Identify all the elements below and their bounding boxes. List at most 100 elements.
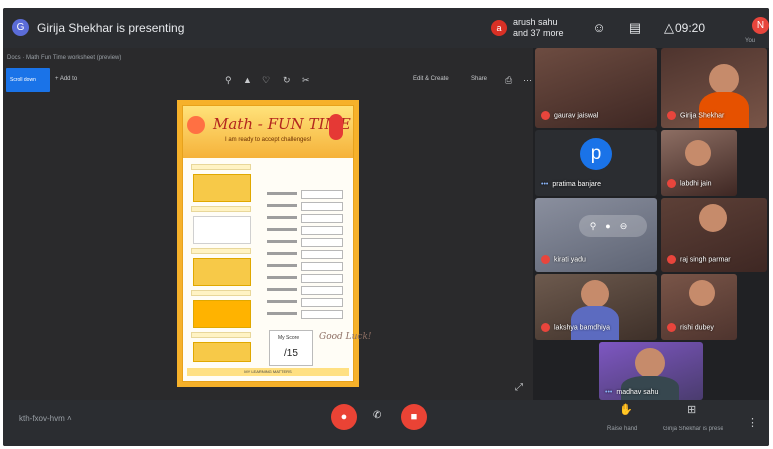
hang-up-button[interactable]: ✆ [373,410,381,421]
participant-tile[interactable]: gaurav jaiswal [535,48,657,128]
search-icon[interactable]: ⚲ [225,75,232,86]
participant-tile[interactable]: rishi dubey [661,274,737,340]
mic-off-icon [541,111,550,120]
expand-icon[interactable]: ⤢ [515,382,523,393]
pin-icon[interactable]: ⚲ [590,221,606,231]
question-row [265,226,347,236]
participant-avatar: p [580,138,612,170]
present-icon[interactable]: ⊞ [687,403,696,416]
presenter-avatar: G [12,19,29,36]
share-button[interactable]: Share [471,76,487,82]
document-path: Docs · Math Fun Time worksheet (preview) [7,55,122,61]
instructions-block [269,164,347,186]
megaphone-icon [187,116,205,134]
participant-tile[interactable]: ⚲●⊖ kirati yadu [535,198,657,272]
mic-off-icon [667,111,676,120]
tile-controls[interactable]: ⚲●⊖ [579,215,647,237]
puzzle-image [193,216,251,244]
question-row [265,286,347,296]
participant-video [689,280,715,306]
raise-hand-label[interactable]: Raise hand [607,426,637,432]
participant-tile[interactable]: raj singh parmar [661,198,767,272]
people-icon[interactable]: ☺ [589,19,609,37]
participants-line2: and 37 more [513,28,564,38]
participant-tile[interactable]: p ••• pratima banjare [535,130,657,196]
participant-video [635,348,665,378]
worksheet-subtitle: I am ready to accept challenges! [225,137,312,143]
lock-icon[interactable]: ▲ [243,75,252,85]
participant-video [685,140,711,166]
puzzle-caption [191,332,251,338]
question-row [265,274,347,284]
participant-tile[interactable]: labdhi jain [661,130,737,196]
score-label: My Score [278,335,300,341]
meet-window: G Girija Shekhar is presenting a arush s… [3,8,769,446]
rotate-icon[interactable]: ↻ [283,75,291,86]
question-row [265,262,347,272]
chat-icon[interactable]: ▤ [625,19,645,37]
participant-video [581,280,609,308]
present-label[interactable]: Girija Shekhar is presenting [663,426,723,432]
score-value: /15 [284,348,298,359]
scroll-down-button[interactable]: Scroll down [6,68,50,92]
question-row [265,190,347,200]
worksheet-header: Math - FUN TIME I am ready to accept cha… [183,106,353,158]
camera-button[interactable]: ■ [401,404,427,430]
account-avatar[interactable]: N [752,17,769,34]
participant-tile[interactable]: ••• madhav sahu [599,342,703,400]
presentation-area: Docs · Math Fun Time worksheet (preview)… [3,48,533,400]
crop-icon[interactable]: ✂ [302,75,310,86]
camera-off-icon: ■ [410,411,418,423]
edit-create-button[interactable]: Edit & Create [413,76,449,82]
puzzle-column [187,164,259,379]
puzzle-caption [191,290,251,296]
bottom-bar: kth-fxov-hvm ˄ ● ✆ ■ ✋ Raise hand ⊞ Giri… [3,400,769,446]
speaking-icon: ••• [605,389,613,396]
mute-icon[interactable]: ● [605,221,619,231]
participant-name: Girija Shekhar [680,112,725,120]
mic-off-icon [667,255,676,264]
puzzle-image [193,300,251,328]
more-icon[interactable]: ⋯ [523,75,532,86]
participant-name: pratima banjare [552,181,601,188]
worksheet-page: Math - FUN TIME I am ready to accept cha… [182,105,372,382]
add-to-button[interactable]: + Add to [55,76,77,82]
participant-tile[interactable]: lakshya bamdhiya [535,274,657,340]
mic-off-icon [667,179,676,188]
worksheet: Math - FUN TIME I am ready to accept cha… [177,100,372,387]
participant-video [699,204,727,232]
score-box: My Score /15 [269,330,313,366]
question-row [265,202,347,212]
mic-off-icon [541,255,550,264]
question-row [265,310,347,320]
print-icon[interactable]: ⎙ [505,75,512,86]
participant-name: kirati yadu [554,256,586,264]
participant-tile[interactable]: Girija Shekhar [661,48,767,128]
speaking-icon: ••• [541,181,549,188]
top-bar: G Girija Shekhar is presenting a arush s… [3,8,769,48]
mascot-icon [329,114,343,140]
microphone-button[interactable]: ● [331,404,357,430]
participant-name: rishi dubey [680,324,714,332]
participant-name: madhav sahu [616,389,659,396]
participant-name: lakshya bamdhiya [554,324,611,332]
puzzle-image [193,258,251,286]
question-row [265,238,347,248]
puzzle-image [193,342,251,362]
participant-video [709,64,739,94]
meeting-code[interactable]: kth-fxov-hvm ˄ [19,414,72,423]
participants-text: arush sahu and 37 more [513,17,564,39]
presenting-title: Girija Shekhar is presenting [37,21,185,35]
participant-avatar: a [491,20,507,36]
clock: 09:20 [675,21,706,35]
hand-icon[interactable]: ✋ [619,403,633,416]
good-luck-text: Good Luck! [319,332,372,342]
questions-column: My Score /15 Good Luck! [265,164,372,379]
more-options-icon[interactable]: ⋮ [747,416,758,429]
participant-name: gaurav jaiswal [554,112,599,120]
question-row [265,250,347,260]
puzzle-caption [191,206,251,212]
phone-icon: ✆ [373,410,382,421]
remove-icon[interactable]: ⊖ [620,221,637,231]
heart-icon[interactable]: ♡ [262,75,270,86]
